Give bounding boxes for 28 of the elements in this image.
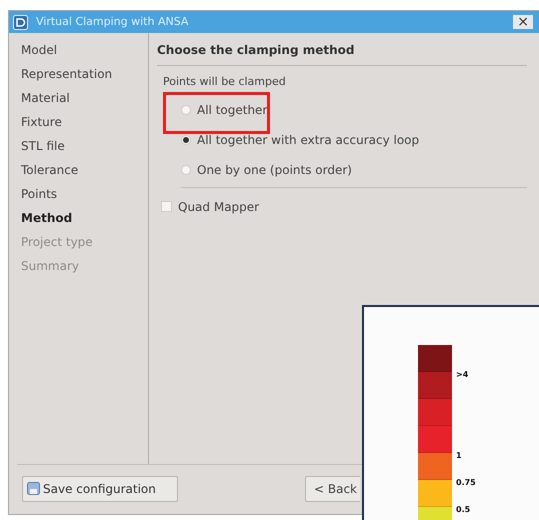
sidebar-item[interactable]: Material	[21, 86, 148, 110]
close-button[interactable]: ×	[513, 15, 533, 29]
checkbox[interactable]	[161, 201, 172, 212]
legend-label: 1	[456, 452, 462, 460]
save-configuration-button[interactable]: Save configuration	[22, 476, 178, 502]
sidebar-item[interactable]: STL file	[21, 134, 148, 158]
sidebar-item[interactable]: Fixture	[21, 110, 148, 134]
radio-button[interactable]	[181, 134, 191, 144]
legend-label: >4	[456, 371, 468, 379]
app-icon	[13, 14, 28, 30]
sidebar-item[interactable]: Tolerance	[21, 158, 148, 182]
radio-option[interactable]: One by one (points order)	[181, 160, 527, 178]
radio-option[interactable]: All together	[181, 100, 527, 118]
window-title: Virtual Clamping with ANSA	[36, 14, 188, 30]
page-heading: Choose the clamping method	[157, 41, 527, 66]
sidebar-item[interactable]: Model	[21, 38, 148, 62]
sidebar-item[interactable]: Method	[21, 206, 148, 230]
sidebar-item[interactable]: Points	[21, 182, 148, 206]
back-button[interactable]: < Back	[305, 476, 360, 502]
radio-option[interactable]: All together with extra accuracy loop	[181, 130, 527, 148]
radio-button[interactable]	[181, 104, 191, 114]
legend-label: 0.75	[456, 479, 476, 487]
radio-button[interactable]	[181, 164, 191, 174]
save-icon	[27, 482, 40, 495]
quad-mapper-checkbox[interactable]: Quad Mapper	[161, 198, 527, 216]
legend-label: 0.5	[456, 506, 470, 514]
group-label: Points will be clamped	[163, 74, 287, 90]
sidebar-item[interactable]: Representation	[21, 62, 148, 86]
